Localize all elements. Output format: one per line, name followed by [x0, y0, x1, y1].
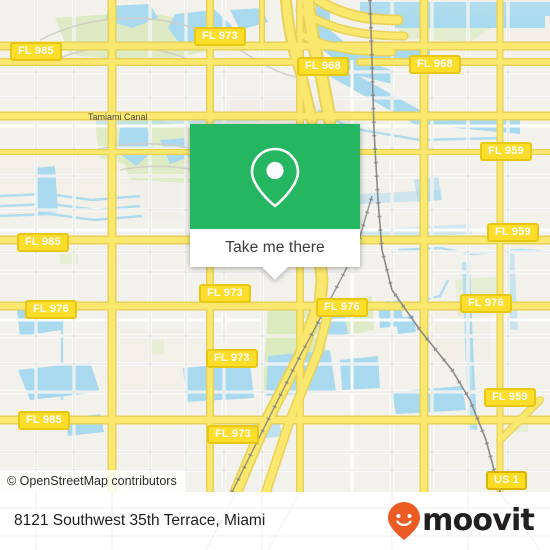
road-shield-fl976-3[interactable]: FL 976	[460, 294, 512, 313]
address-label: 8121 Southwest 35th Terrace, Miami	[14, 512, 266, 529]
location-pin-icon	[250, 147, 300, 207]
road-shield-fl973-2[interactable]: FL 973	[199, 284, 251, 303]
popup-pointer-tail	[262, 267, 288, 280]
road-shield-fl976-1[interactable]: FL 976	[25, 300, 77, 319]
moovit-logo[interactable]: moovit	[387, 501, 535, 541]
road-shield-fl968-1[interactable]: FL 968	[297, 57, 349, 76]
road-shield-fl973-4[interactable]: FL 973	[207, 425, 259, 444]
road-shield-fl968-2[interactable]: FL 968	[409, 55, 461, 74]
footer-bar: 8121 Southwest 35th Terrace, Miami moovi…	[0, 492, 550, 550]
road-shield-fl985-3[interactable]: FL 985	[18, 411, 70, 430]
road-shield-fl985-2[interactable]: FL 985	[17, 233, 69, 252]
moovit-map-screen: Tamiami Canal FL 985 FL 973 FL 968 FL 96…	[0, 0, 550, 550]
road-shield-fl976-2[interactable]: FL 976	[316, 298, 368, 317]
take-me-there-label: Take me there	[225, 239, 325, 256]
moovit-wordmark: moovit	[422, 503, 535, 538]
road-shield-fl959-1[interactable]: FL 959	[480, 142, 532, 161]
osm-attribution[interactable]: © OpenStreetMap contributors	[0, 470, 186, 492]
road-shield-fl959-2[interactable]: FL 959	[487, 223, 539, 242]
road-shield-fl985-1[interactable]: FL 985	[10, 42, 62, 61]
place-label-tamiami-canal: Tamiami Canal	[88, 112, 148, 122]
moovit-pin-icon	[388, 502, 421, 540]
popup-action-bar[interactable]: Take me there	[190, 229, 360, 267]
road-shield-fl973-1[interactable]: FL 973	[194, 27, 246, 46]
road-shield-us1[interactable]: US 1	[486, 471, 528, 490]
location-popup-card[interactable]: Take me there	[190, 124, 360, 280]
map-canvas[interactable]: Tamiami Canal FL 985 FL 973 FL 968 FL 96…	[0, 0, 550, 492]
road-shield-fl973-3[interactable]: FL 973	[206, 349, 258, 368]
road-shield-fl959-3[interactable]: FL 959	[484, 388, 536, 407]
popup-header	[190, 124, 360, 229]
